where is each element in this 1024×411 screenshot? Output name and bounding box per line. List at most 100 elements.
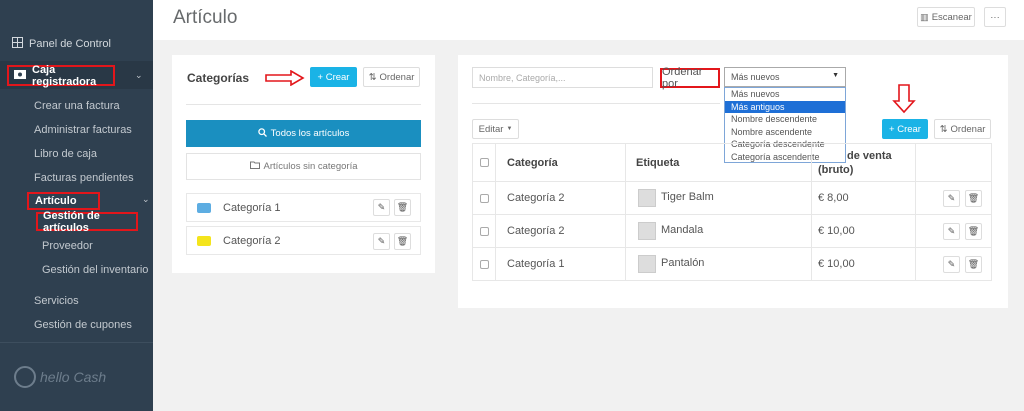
column-divider — [915, 144, 916, 280]
table-cell-category: Categoría 2 — [507, 225, 565, 237]
sidebar-item-supplier[interactable]: Proveedor — [42, 240, 93, 252]
table-cell-label: Tiger Balm — [661, 191, 714, 203]
search-icon — [257, 127, 267, 140]
edit-icon[interactable]: ✎ — [943, 190, 960, 207]
money-icon — [14, 69, 26, 82]
trash-icon[interactable]: 🗑 — [965, 256, 982, 273]
edit-icon[interactable]: ✎ — [943, 256, 960, 273]
sidebar-divider — [0, 342, 153, 343]
trash-icon[interactable]: 🗑 — [965, 223, 982, 240]
column-divider — [811, 144, 812, 280]
sidebar-item-dashboard[interactable]: Panel de Control — [12, 37, 111, 51]
image-icon — [638, 189, 656, 207]
row-checkbox[interactable] — [480, 194, 489, 203]
sort-button-label: Ordenar — [379, 71, 415, 83]
create-category-button[interactable]: + Crear — [310, 67, 357, 87]
table-cell-label: Mandala — [661, 224, 704, 236]
uncategorized-label: Artículos sin categoría — [263, 161, 358, 172]
sort-articles-button[interactable]: ⇅ Ordenar — [934, 119, 991, 139]
sidebar-item-article[interactable]: Artículo — [27, 192, 100, 210]
column-header[interactable]: (bruto) — [818, 164, 853, 176]
column-header[interactable]: Categoría — [507, 157, 558, 169]
table-cell-price: € 10,00 — [818, 225, 855, 237]
column-divider — [495, 144, 496, 280]
articles-table: Categoría Etiqueta de venta (bruto) Cate… — [472, 143, 992, 281]
caret-down-icon: ▼ — [506, 126, 513, 132]
logo: hello Cash — [14, 366, 106, 388]
row-checkbox[interactable] — [480, 227, 489, 236]
row-checkbox[interactable] — [480, 260, 489, 269]
row-divider — [473, 181, 991, 182]
table-cell-price: € 10,00 — [818, 258, 855, 270]
sort-categories-button[interactable]: ⇅ Ordenar — [363, 67, 420, 87]
scan-button-label: Escanear — [931, 11, 972, 23]
sort-by-label: Ordenar por — [660, 66, 720, 90]
sort-option[interactable]: Nombre ascendente — [725, 126, 845, 139]
all-articles-label: Todos los artículos — [270, 128, 350, 139]
sidebar-item-label: Caja registradora — [32, 63, 97, 88]
table-cell-price: € 8,00 — [818, 192, 849, 204]
more-button[interactable]: ··· — [984, 7, 1006, 27]
sidebar-item-coupons[interactable]: Gestión de cupones — [34, 319, 132, 331]
page-title: Artículo — [173, 7, 238, 28]
all-articles-button[interactable]: Todos los artículos — [186, 120, 421, 147]
image-icon — [638, 255, 656, 273]
grid-icon — [12, 37, 23, 51]
sidebar-item-manage-invoices[interactable]: Administrar facturas — [34, 124, 132, 136]
sidebar-item-pending-invoices[interactable]: Facturas pendientes — [34, 172, 134, 184]
table-cell-label: Pantalón — [661, 257, 705, 269]
trash-icon[interactable]: 🗑 — [394, 199, 411, 216]
chevron-down-icon[interactable]: ⌄ — [142, 194, 150, 205]
folder-icon — [197, 235, 211, 246]
logo-icon — [14, 366, 36, 388]
arrow-down-icon — [892, 84, 916, 114]
sidebar-item-article-management[interactable]: Gestión de artículos — [36, 210, 138, 234]
categories-title: Categorías — [187, 71, 250, 85]
sidebar: Panel de Control Caja registradora ⌄ Cre… — [0, 0, 153, 411]
logo-text: hello Cash — [40, 369, 107, 385]
divider — [472, 103, 720, 104]
sidebar-item-create-invoice[interactable]: Crear una factura — [34, 100, 120, 112]
create-article-button[interactable]: + Crear — [882, 119, 928, 139]
trash-icon[interactable]: 🗑 — [965, 190, 982, 207]
sort-button-label: Ordenar — [950, 123, 986, 135]
edit-dropdown-button[interactable]: Editar ▼ — [472, 119, 519, 139]
table-cell-category: Categoría 1 — [507, 258, 565, 270]
column-divider — [625, 144, 626, 280]
row-divider — [473, 214, 991, 215]
sort-select[interactable]: Más nuevos ▼ — [724, 67, 846, 87]
caret-down-icon: ▼ — [832, 72, 839, 79]
category-name: Categoría 1 — [223, 201, 281, 214]
header: Artículo — [153, 0, 1024, 40]
arrow-right-icon — [265, 70, 305, 86]
sort-icon: ⇅ — [368, 71, 377, 83]
edit-icon[interactable]: ✎ — [373, 199, 390, 216]
chevron-down-icon[interactable]: ⌄ — [135, 70, 143, 81]
sidebar-item-services[interactable]: Servicios — [34, 295, 79, 307]
edit-icon[interactable]: ✎ — [373, 233, 390, 250]
search-input[interactable] — [472, 67, 653, 88]
scan-button[interactable]: ▥ Escanear — [917, 7, 975, 27]
barcode-icon: ▥ — [920, 11, 929, 22]
select-all-checkbox[interactable] — [480, 158, 489, 167]
column-header[interactable]: Etiqueta — [636, 157, 679, 169]
uncategorized-button[interactable]: Artículos sin categoría — [186, 153, 421, 180]
edit-icon[interactable]: ✎ — [943, 223, 960, 240]
sort-option[interactable]: Más antiguos — [725, 100, 845, 113]
sidebar-item-label: Panel de Control — [29, 38, 111, 50]
sort-select-value: Más nuevos — [731, 72, 780, 82]
divider — [186, 104, 421, 105]
trash-icon[interactable]: 🗑 — [394, 233, 411, 250]
sort-icon: ⇅ — [939, 123, 948, 135]
row-divider — [473, 247, 991, 248]
column-header[interactable]: de venta — [847, 150, 892, 162]
image-icon — [638, 222, 656, 240]
category-name: Categoría 2 — [223, 234, 281, 247]
table-cell-category: Categoría 2 — [507, 192, 565, 204]
sidebar-item-cash-register[interactable]: Caja registradora — [7, 63, 115, 88]
sidebar-item-cash-book[interactable]: Libro de caja — [34, 148, 97, 160]
sort-option[interactable]: Nombre descendente — [725, 113, 845, 126]
sort-option[interactable]: Más nuevos — [725, 88, 845, 101]
folder-icon — [249, 161, 260, 172]
sidebar-item-inventory[interactable]: Gestión del inventario — [42, 264, 148, 276]
